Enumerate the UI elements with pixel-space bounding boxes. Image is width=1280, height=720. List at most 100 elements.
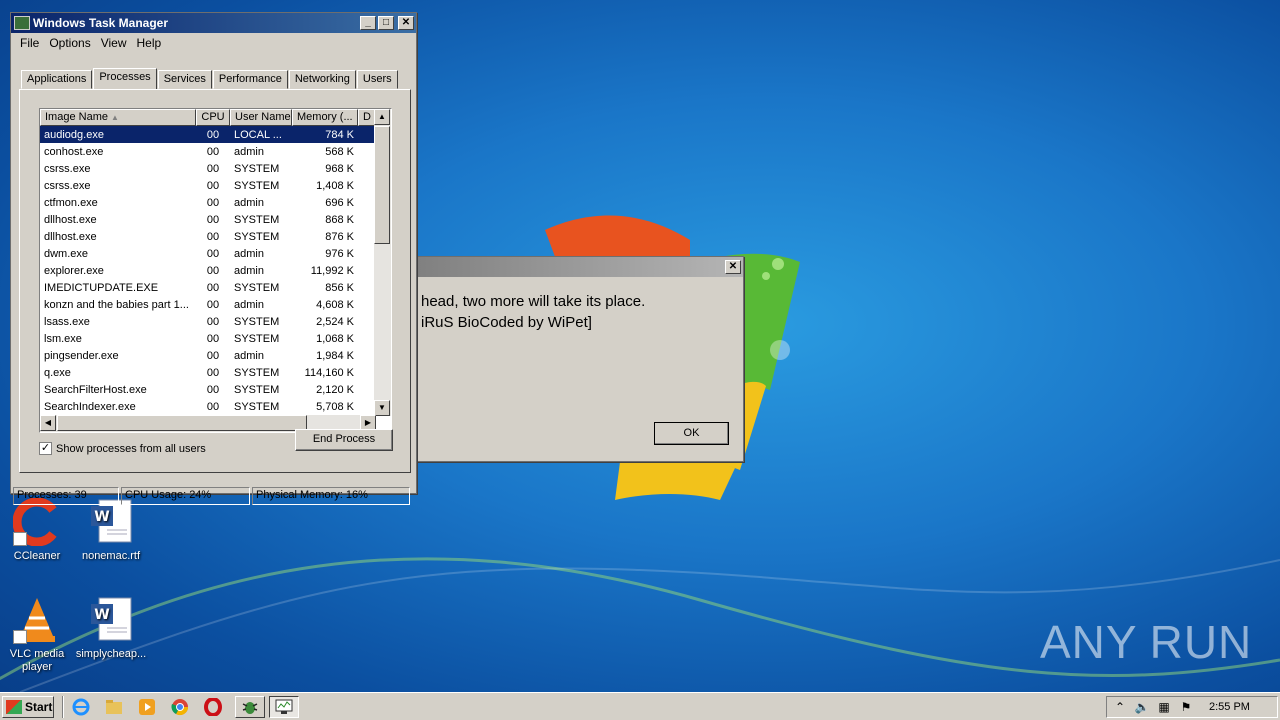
taskbar-app-task-manager[interactable] (269, 695, 299, 718)
process-rows: audiodg.exe 00 LOCAL ... 784 K conhost.exe 00… (40, 126, 391, 415)
taskbar-clock[interactable]: 2:55 PM (1209, 701, 1250, 713)
desktop-icon-ccleaner[interactable]: CCleaner (0, 497, 74, 563)
show-hidden-icons-icon[interactable]: ⌃ (1111, 699, 1129, 715)
scroll-up-icon[interactable]: ▲ (374, 109, 390, 125)
table-row[interactable]: konzn and the babies part 1... 00 admin 4,6… (40, 296, 391, 313)
process-user: SYSTEM (234, 315, 280, 328)
minimize-button[interactable]: _ (360, 16, 376, 30)
volume-icon[interactable]: 🔈 (1133, 699, 1151, 715)
process-cpu: 00 (206, 332, 220, 345)
desktop-icon-vlc[interactable]: VLC media player (0, 596, 74, 674)
show-all-processes-option[interactable]: ✓ Show processes from all users (39, 442, 206, 455)
vertical-scrollbar[interactable]: ▲ ▼ (374, 109, 391, 416)
table-row[interactable]: IMEDICTUPDATE.EXE 00 SYSTEM 856 K (40, 279, 391, 296)
table-row[interactable]: audiodg.exe 00 LOCAL ... 784 K (40, 126, 391, 143)
table-row[interactable]: SearchFilterHost.exe 00 SYSTEM 2,120 K (40, 381, 391, 398)
watermark-left-text: ANY (1040, 616, 1138, 668)
table-row[interactable]: SearchIndexer.exe 00 SYSTEM 5,708 K (40, 398, 391, 415)
process-name: dllhost.exe (44, 213, 97, 226)
process-cpu: 00 (206, 400, 220, 413)
message-line-1: head, two more will take its place. (421, 293, 646, 310)
process-cpu: 00 (206, 145, 220, 158)
process-memory: 2,524 K (316, 315, 354, 328)
process-cpu: 00 (206, 162, 220, 175)
start-label: Start (25, 699, 53, 714)
opera-icon[interactable] (202, 696, 224, 718)
tab-services[interactable]: Services (157, 70, 212, 89)
process-name: csrss.exe (44, 179, 91, 192)
column-user-name[interactable]: User Name (230, 109, 292, 126)
maximize-button[interactable]: □ (378, 16, 394, 30)
process-name: SearchIndexer.exe (44, 400, 136, 413)
process-name: SearchFilterHost.exe (44, 383, 147, 396)
taskbar-app-virus[interactable] (235, 695, 265, 718)
horizontal-scroll-thumb[interactable] (57, 415, 307, 431)
action-center-flag-icon[interactable]: ⚑ (1177, 699, 1195, 715)
process-name: konzn and the babies part 1... (44, 298, 189, 311)
status-physical-memory: Physical Memory: 16% (252, 487, 410, 505)
ok-button[interactable]: OK (654, 422, 729, 445)
table-row[interactable]: dllhost.exe 00 SYSTEM 876 K (40, 228, 391, 245)
table-row[interactable]: lsass.exe 00 SYSTEM 2,524 K (40, 313, 391, 330)
table-row[interactable]: q.exe 00 SYSTEM 114,160 K (40, 364, 391, 381)
desktop-icon-simplycheap[interactable]: W simplycheap... (74, 596, 148, 661)
word-document-icon: W (87, 596, 135, 644)
tab-processes[interactable]: Processes (93, 68, 157, 89)
table-row[interactable]: conhost.exe 00 admin 568 K (40, 143, 391, 160)
table-row[interactable]: dllhost.exe 00 SYSTEM 868 K (40, 211, 391, 228)
ccleaner-icon (12, 497, 61, 547)
tab-performance[interactable]: Performance (212, 70, 288, 89)
desktop-icon-nonemac[interactable]: W nonemac.rtf (74, 498, 148, 563)
menu-help[interactable]: Help (132, 36, 167, 50)
chrome-icon[interactable] (169, 696, 191, 718)
internet-explorer-icon[interactable] (70, 696, 92, 718)
process-user: admin (234, 349, 264, 362)
close-button[interactable]: ✕ (398, 16, 414, 30)
column-memory[interactable]: Memory (... (292, 109, 358, 126)
table-row[interactable]: ctfmon.exe 00 admin 696 K (40, 194, 391, 211)
process-name: ctfmon.exe (44, 196, 98, 209)
table-row[interactable]: pingsender.exe 00 admin 1,984 K (40, 347, 391, 364)
process-memory: 5,708 K (316, 400, 354, 413)
process-user: SYSTEM (234, 366, 280, 379)
process-user: SYSTEM (234, 400, 280, 413)
process-name: lsm.exe (44, 332, 82, 345)
end-process-button[interactable]: End Process (295, 429, 393, 451)
table-row[interactable]: csrss.exe 00 SYSTEM 1,408 K (40, 177, 391, 194)
windows-logo-icon (6, 699, 22, 714)
scroll-left-icon[interactable]: ◀ (40, 415, 56, 431)
file-explorer-icon[interactable] (103, 696, 125, 718)
table-row[interactable]: dwm.exe 00 admin 976 K (40, 245, 391, 262)
column-label: Image Name (45, 111, 108, 123)
process-memory: 1,984 K (316, 349, 354, 362)
process-memory: 1,068 K (316, 332, 354, 345)
menu-view[interactable]: View (96, 36, 132, 50)
media-player-icon[interactable] (136, 696, 158, 718)
task-manager-icon (275, 699, 293, 714)
table-row[interactable]: csrss.exe 00 SYSTEM 968 K (40, 160, 391, 177)
tab-networking[interactable]: Networking (288, 70, 356, 89)
process-cpu: 00 (206, 247, 220, 260)
process-cpu: 00 (206, 264, 220, 277)
tab-users[interactable]: Users (356, 70, 398, 89)
network-icon[interactable]: ▦ (1155, 699, 1173, 715)
process-memory: 1,408 K (316, 179, 354, 192)
message-box-close-button[interactable]: ✕ (725, 260, 741, 274)
start-button[interactable]: Start (2, 695, 54, 718)
table-row[interactable]: lsm.exe 00 SYSTEM 1,068 K (40, 330, 391, 347)
scroll-down-icon[interactable]: ▼ (374, 400, 390, 416)
scroll-thumb[interactable] (374, 126, 390, 244)
table-row[interactable]: explorer.exe 00 admin 11,992 K (40, 262, 391, 279)
taskbar-separator (62, 695, 64, 718)
menu-file[interactable]: File (15, 36, 44, 50)
status-bar: Processes: 39 CPU Usage: 24% Physical Me… (13, 487, 413, 505)
word-document-icon: W (87, 498, 135, 546)
column-image-name[interactable]: Image Name ▲ (40, 109, 196, 126)
menu-options[interactable]: Options (44, 36, 95, 50)
show-all-checkbox[interactable]: ✓ (39, 442, 52, 455)
tab-applications[interactable]: Applications (21, 70, 93, 89)
bug-icon (242, 701, 258, 714)
anyrun-watermark: ANY RUN (1040, 612, 1251, 672)
process-cpu: 00 (206, 179, 220, 192)
column-cpu[interactable]: CPU (196, 109, 230, 126)
